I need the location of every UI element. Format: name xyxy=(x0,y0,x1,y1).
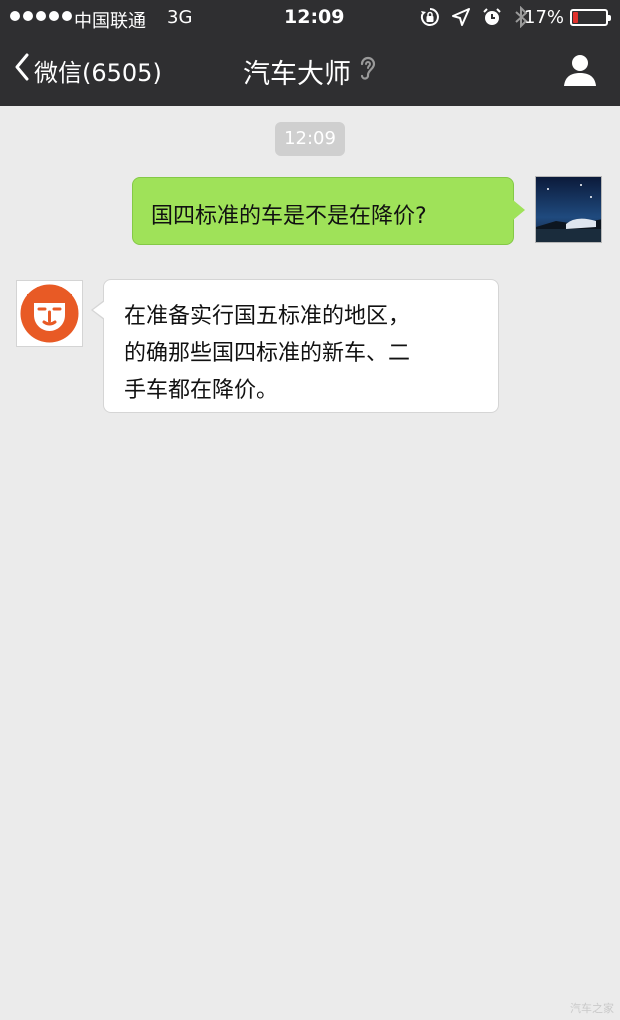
chat-title-wrap: 汽车大师 xyxy=(0,52,620,91)
rotation-lock-icon xyxy=(420,7,440,27)
network-type: 3G xyxy=(167,7,193,28)
signal-dots-icon xyxy=(10,11,72,21)
chat-title: 汽车大师 xyxy=(243,59,351,90)
message-line: 手车都在降价。 xyxy=(124,378,279,403)
battery-level-fill xyxy=(573,12,578,23)
incoming-message-bubble[interactable]: 在准备实行国五标准的地区， 的确那些国四标准的新车、二 手车都在降价。 xyxy=(91,279,499,413)
location-arrow-icon xyxy=(452,8,470,26)
chat-info-button[interactable] xyxy=(562,52,598,88)
status-time: 12:09 xyxy=(284,6,345,28)
watermark: 汽车之家 xyxy=(570,1002,614,1015)
message-line: 的确那些国四标准的新车、二 xyxy=(124,341,411,366)
nav-bar: 微信(6505) 汽车大师 xyxy=(0,36,620,106)
lion-logo-avatar[interactable] xyxy=(16,280,83,347)
user-photo-avatar[interactable] xyxy=(535,176,602,243)
message-timestamp: 12:09 xyxy=(275,122,345,156)
alarm-icon xyxy=(482,7,502,27)
status-icons xyxy=(420,6,528,28)
carrier-name: 中国联通 xyxy=(74,11,146,32)
chat-area[interactable]: 12:09 国四标准的车是不是在降价? 在准备实行国五标准的地区， 的确那些国四… xyxy=(0,106,620,1020)
battery-icon xyxy=(570,9,611,26)
earpiece-icon xyxy=(359,55,377,88)
battery-percentage: 17% xyxy=(524,7,565,28)
message-line: 在准备实行国五标准的地区， xyxy=(124,304,411,329)
top-bar: 中国联通 3G 12:09 17% 微信(6505) 汽车大师 xyxy=(0,0,620,106)
status-bar: 中国联通 3G 12:09 17% xyxy=(0,0,620,36)
outgoing-message-bubble[interactable]: 国四标准的车是不是在降价? xyxy=(132,177,525,245)
person-icon xyxy=(562,55,598,92)
